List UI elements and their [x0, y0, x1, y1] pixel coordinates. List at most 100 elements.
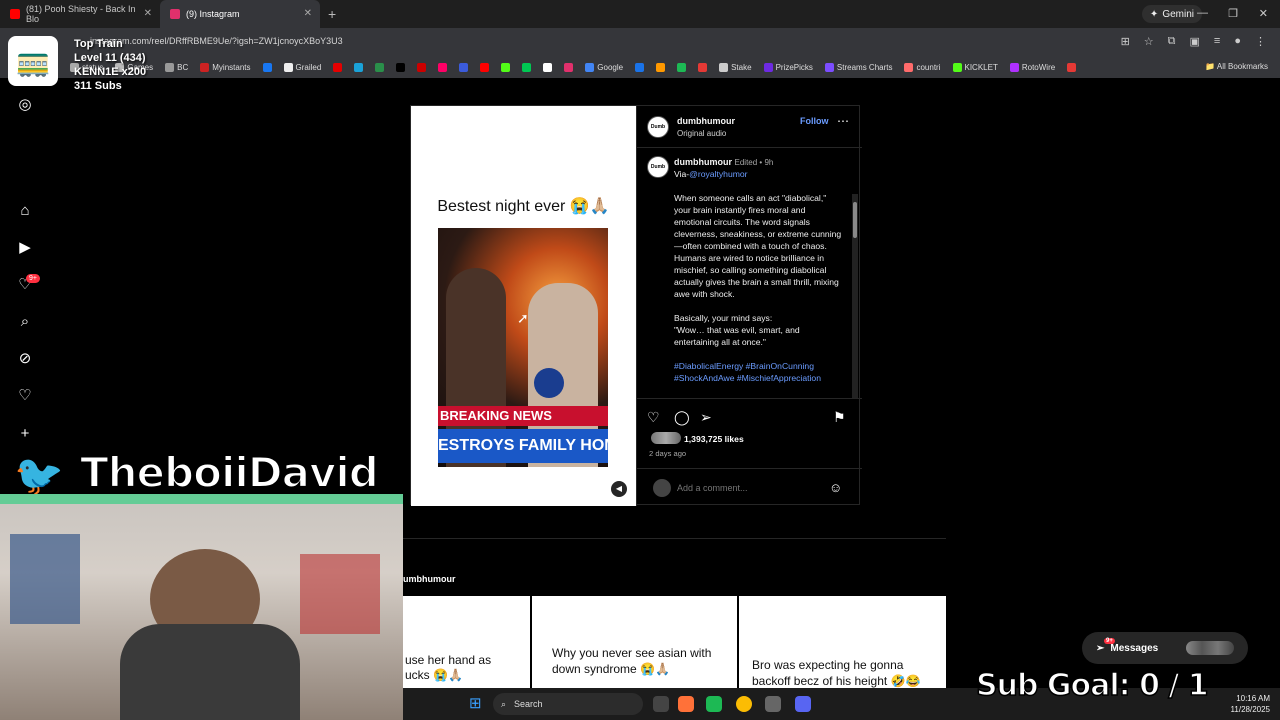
- bookmark-item[interactable]: Grailed: [283, 62, 322, 72]
- audio-label[interactable]: Original audio: [677, 129, 726, 138]
- reel-video[interactable]: BREAKING NEWS ESTROYS FAMILY HOM: [438, 228, 608, 467]
- scroll-thumb[interactable]: [853, 202, 857, 238]
- gemini-button[interactable]: ✦ Gemini: [1141, 5, 1202, 23]
- caption-author[interactable]: dumbhumour: [674, 157, 732, 167]
- messages-badge: 9+: [1104, 638, 1115, 644]
- bookmark-item[interactable]: [635, 62, 645, 72]
- bookmark-item[interactable]: [459, 62, 469, 72]
- task-view-icon[interactable]: [653, 696, 669, 712]
- window-close-button[interactable]: ✕: [1259, 7, 1268, 20]
- bookmark-item[interactable]: [564, 62, 574, 72]
- bookmark-icon: [501, 62, 511, 72]
- bookmark-item[interactable]: [698, 62, 708, 72]
- author-avatar[interactable]: Dumb: [647, 116, 669, 138]
- browser-tabbar: (81) Pooh Shiesty - Back In Blo ✕ (9) In…: [0, 0, 1280, 28]
- bookmark-label: Grailed: [295, 62, 322, 72]
- gemini-label: Gemini: [1162, 8, 1194, 20]
- bookmark-item[interactable]: [417, 62, 427, 72]
- menu-icon[interactable]: ⋮: [1255, 35, 1266, 48]
- heart-icon[interactable]: ♡: [16, 387, 34, 405]
- bookmark-item[interactable]: [333, 62, 343, 72]
- taskbar-search[interactable]: ⌕ Search: [493, 693, 643, 715]
- new-tab-button[interactable]: +: [328, 6, 336, 22]
- bookmark-item[interactable]: PrizePicks: [763, 62, 813, 72]
- train-level: Level 11 (434): [74, 52, 146, 64]
- restore-button[interactable]: ❐: [1228, 7, 1238, 20]
- instagram-icon: [170, 9, 180, 19]
- sidebar-icon[interactable]: ▣: [1190, 35, 1200, 48]
- comment-input[interactable]: [677, 483, 817, 493]
- bookmark-icon: [417, 62, 427, 72]
- bookmark-item[interactable]: countri: [904, 62, 941, 72]
- install-icon[interactable]: ⊞: [1121, 35, 1130, 48]
- bookmark-item[interactable]: [677, 62, 687, 72]
- bookmark-item[interactable]: KICKLET: [952, 62, 998, 72]
- firefox-icon[interactable]: [678, 696, 694, 712]
- bookmark-icon[interactable]: ⚑: [833, 409, 846, 426]
- profile-icon[interactable]: ●: [1234, 35, 1241, 48]
- messages-button[interactable]: ➢ 9+ Messages: [1082, 632, 1248, 664]
- extensions-icon[interactable]: ⧉: [1168, 35, 1176, 48]
- bookmark-item[interactable]: [656, 62, 666, 72]
- close-icon[interactable]: ✕: [144, 8, 152, 19]
- address-bar: instagram.com/reel/DRffRBME9Ue/?igsh=ZW1…: [0, 28, 1280, 56]
- home-icon[interactable]: ⌂: [16, 202, 34, 220]
- bookmark-item[interactable]: Google: [585, 62, 623, 72]
- follow-button[interactable]: Follow: [800, 116, 829, 126]
- reel-media[interactable]: Bestest night ever 😭🙏🏼 BREAKING NEWS EST…: [411, 106, 636, 506]
- tab-search-icon[interactable]: ≡: [1214, 35, 1220, 48]
- bookmark-item[interactable]: [396, 62, 406, 72]
- post-thumbnail[interactable]: Bro was expecting he gonna backoff becz …: [739, 596, 946, 690]
- bookmark-item[interactable]: BC: [165, 62, 188, 72]
- tab-youtube[interactable]: (81) Pooh Shiesty - Back In Blo ✕: [0, 0, 160, 28]
- tab-instagram[interactable]: (9) Instagram ✕: [160, 0, 320, 28]
- close-icon[interactable]: ✕: [304, 8, 312, 19]
- discord-icon[interactable]: [795, 696, 811, 712]
- caption-avatar[interactable]: Dumb: [647, 156, 669, 178]
- bookmark-item[interactable]: [375, 62, 385, 72]
- hashtags[interactable]: #DiabolicalEnergy #BrainOnCunning #Shock…: [674, 360, 842, 384]
- bookmark-item[interactable]: Myinstants: [200, 62, 251, 72]
- share-icon[interactable]: ➢: [700, 409, 712, 426]
- bookmark-item[interactable]: RotoWire: [1009, 62, 1055, 72]
- bookmark-item[interactable]: [501, 62, 511, 72]
- bookmark-item[interactable]: Stake: [719, 62, 752, 72]
- explore-icon[interactable]: ⊘: [16, 350, 34, 368]
- chrome-icon[interactable]: [736, 696, 752, 712]
- system-clock[interactable]: 10:16 AM 11/28/2025: [1231, 693, 1270, 715]
- obs-icon[interactable]: [765, 696, 781, 712]
- emoji-icon[interactable]: ☺: [829, 480, 842, 495]
- comment-box: ☺: [637, 468, 862, 506]
- bookmark-icon: [543, 62, 553, 72]
- news-headline: ESTROYS FAMILY HOM: [438, 429, 608, 463]
- more-options-icon[interactable]: ⋯: [837, 114, 849, 128]
- comment-icon[interactable]: ◯: [674, 409, 690, 426]
- bookmark-item[interactable]: [354, 62, 364, 72]
- post-thumbnail[interactable]: use her hand as ucks 😭🙏🏼: [403, 596, 530, 690]
- bookmark-item[interactable]: [543, 62, 553, 72]
- bookmark-item[interactable]: [522, 62, 532, 72]
- mute-button[interactable]: ◀: [611, 481, 627, 497]
- reels-icon[interactable]: ▶: [16, 239, 34, 257]
- bookmark-item[interactable]: [1067, 62, 1077, 72]
- all-bookmarks[interactable]: 📁 All Bookmarks: [1205, 62, 1268, 71]
- windows-start-icon[interactable]: ⊞: [469, 696, 485, 712]
- likes-count[interactable]: 1,393,725 likes: [684, 434, 744, 444]
- bookmark-item[interactable]: [438, 62, 448, 72]
- via-handle[interactable]: @royaltyhumor: [689, 169, 747, 179]
- caption-scrollbar[interactable]: [852, 194, 858, 398]
- bookmark-item[interactable]: Streams Charts: [824, 62, 892, 72]
- like-icon[interactable]: ♡: [647, 409, 660, 426]
- bookmark-item[interactable]: [480, 62, 490, 72]
- instagram-icon[interactable]: ◎: [16, 96, 34, 114]
- more-posts-user[interactable]: umbhumour: [403, 574, 456, 584]
- create-icon[interactable]: +: [16, 425, 34, 443]
- bookmark-item[interactable]: [262, 62, 272, 72]
- post-thumbnail[interactable]: Why you never see asian with down syndro…: [532, 596, 737, 690]
- spotify-icon[interactable]: [706, 696, 722, 712]
- author-name[interactable]: dumbhumour: [677, 116, 735, 126]
- star-icon[interactable]: ☆: [1144, 35, 1154, 48]
- minimize-button[interactable]: —: [1197, 7, 1208, 19]
- twitter-icon: 🐦: [14, 454, 64, 498]
- search-icon[interactable]: ⌕: [16, 313, 34, 331]
